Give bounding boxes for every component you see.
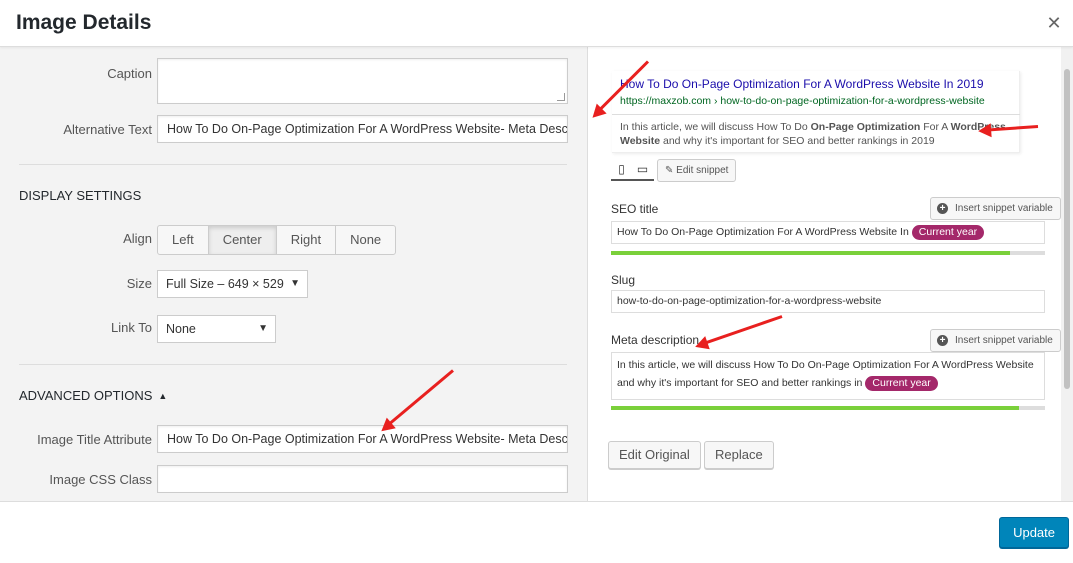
seo-title-progress-fill — [611, 251, 1011, 255]
size-label: Size — [126, 276, 152, 291]
preview-device-tabs: ▯ ▭ — [611, 159, 654, 181]
seo-pane: How To Do On-Page Optimization For A Wor… — [587, 47, 1073, 501]
link-to-select-value: None — [166, 322, 196, 336]
scrollbar-thumb[interactable] — [1064, 69, 1070, 389]
seo-title-input[interactable]: How To Do On-Page Optimization For A Wor… — [611, 221, 1045, 244]
edit-original-button[interactable]: Edit Original — [608, 441, 701, 469]
seo-title-value: How To Do On-Page Optimization For A Wor… — [617, 226, 909, 238]
attachment-settings-pane: Caption Alternative Text How To Do On-Pa… — [0, 47, 587, 501]
css-class-input[interactable] — [157, 465, 568, 493]
divider — [19, 364, 567, 365]
seo-title-progress — [611, 251, 1045, 255]
meta-description-input[interactable]: In this article, we will discuss How To … — [611, 352, 1045, 400]
caption-textarea[interactable] — [157, 58, 568, 104]
meta-description-progress — [611, 406, 1045, 410]
modal-footer: Update — [0, 501, 1073, 563]
mobile-icon[interactable]: ▯ — [611, 159, 632, 179]
title-attribute-input[interactable]: How To Do On-Page Optimization For A Wor… — [157, 425, 568, 453]
advanced-options-title: ADVANCED OPTIONS — [19, 388, 153, 403]
advanced-options-toggle[interactable]: ADVANCED OPTIONS ▲ — [19, 388, 167, 403]
desktop-icon[interactable]: ▭ — [632, 159, 653, 179]
align-left-button[interactable]: Left — [158, 226, 209, 254]
snippet-url: https://maxzob.com › how-to-do-on-page-o… — [620, 95, 985, 107]
plus-circle-icon: + — [937, 203, 948, 214]
align-center-button[interactable]: Center — [208, 226, 277, 254]
chevron-down-icon: ▼ — [290, 278, 300, 289]
scrollbar[interactable] — [1061, 47, 1073, 501]
link-to-label: Link To — [111, 320, 152, 335]
insert-snippet-variable-label: Insert snippet variable — [955, 203, 1053, 214]
alt-text-label: Alternative Text — [63, 122, 152, 137]
css-class-label: Image CSS Class — [49, 472, 152, 487]
align-none-button[interactable]: None — [336, 226, 395, 254]
slug-label: Slug — [611, 273, 636, 287]
plus-circle-icon: + — [937, 335, 948, 346]
align-right-button[interactable]: Right — [277, 226, 337, 254]
close-icon[interactable]: ✕ — [1043, 12, 1065, 34]
caption-label: Caption — [107, 66, 152, 81]
update-button[interactable]: Update — [999, 517, 1069, 548]
meta-description-progress-fill — [611, 406, 1019, 410]
snippet-description: In this article, we will discuss How To … — [620, 121, 1006, 147]
display-settings-title: DISPLAY SETTINGS — [19, 188, 142, 203]
divider — [612, 114, 1020, 115]
modal-header: Image Details ✕ — [0, 0, 1073, 47]
snippet-title[interactable]: How To Do On-Page Optimization For A Wor… — [620, 77, 984, 91]
align-label: Align — [123, 231, 152, 246]
resize-grip-icon[interactable] — [557, 93, 565, 101]
edit-snippet-button[interactable]: ✎ Edit snippet — [657, 159, 737, 182]
insert-snippet-variable-label: Insert snippet variable — [955, 335, 1053, 346]
current-year-pill: Current year — [911, 225, 985, 240]
pencil-icon: ✎ — [665, 165, 674, 176]
chevron-down-icon: ▼ — [258, 323, 268, 334]
caret-up-icon: ▲ — [158, 391, 168, 401]
alt-text-input[interactable]: How To Do On-Page Optimization For A Wor… — [157, 115, 568, 143]
slug-input[interactable]: how-to-do-on-page-optimization-for-a-wor… — [611, 290, 1045, 313]
meta-description-value: In this article, we will discuss How To … — [617, 359, 1034, 389]
edit-snippet-label: Edit snippet — [676, 165, 729, 176]
size-select-value: Full Size – 649 × 529 — [166, 277, 284, 291]
replace-button[interactable]: Replace — [704, 441, 774, 469]
link-to-select[interactable]: None ▼ — [157, 315, 276, 343]
modal-title: Image Details — [16, 11, 152, 34]
divider — [19, 164, 567, 165]
title-attribute-label: Image Title Attribute — [37, 432, 152, 447]
align-button-group: Left Center Right None — [157, 225, 397, 255]
size-select[interactable]: Full Size – 649 × 529 ▼ — [157, 270, 308, 298]
meta-description-label: Meta description — [611, 333, 700, 347]
seo-title-label: SEO title — [611, 202, 659, 216]
insert-snippet-variable-button[interactable]: + Insert snippet variable — [930, 197, 1061, 220]
insert-snippet-variable-button[interactable]: + Insert snippet variable — [930, 329, 1061, 352]
current-year-pill: Current year — [865, 376, 938, 391]
snippet-preview: How To Do On-Page Optimization For A Wor… — [612, 71, 1020, 153]
